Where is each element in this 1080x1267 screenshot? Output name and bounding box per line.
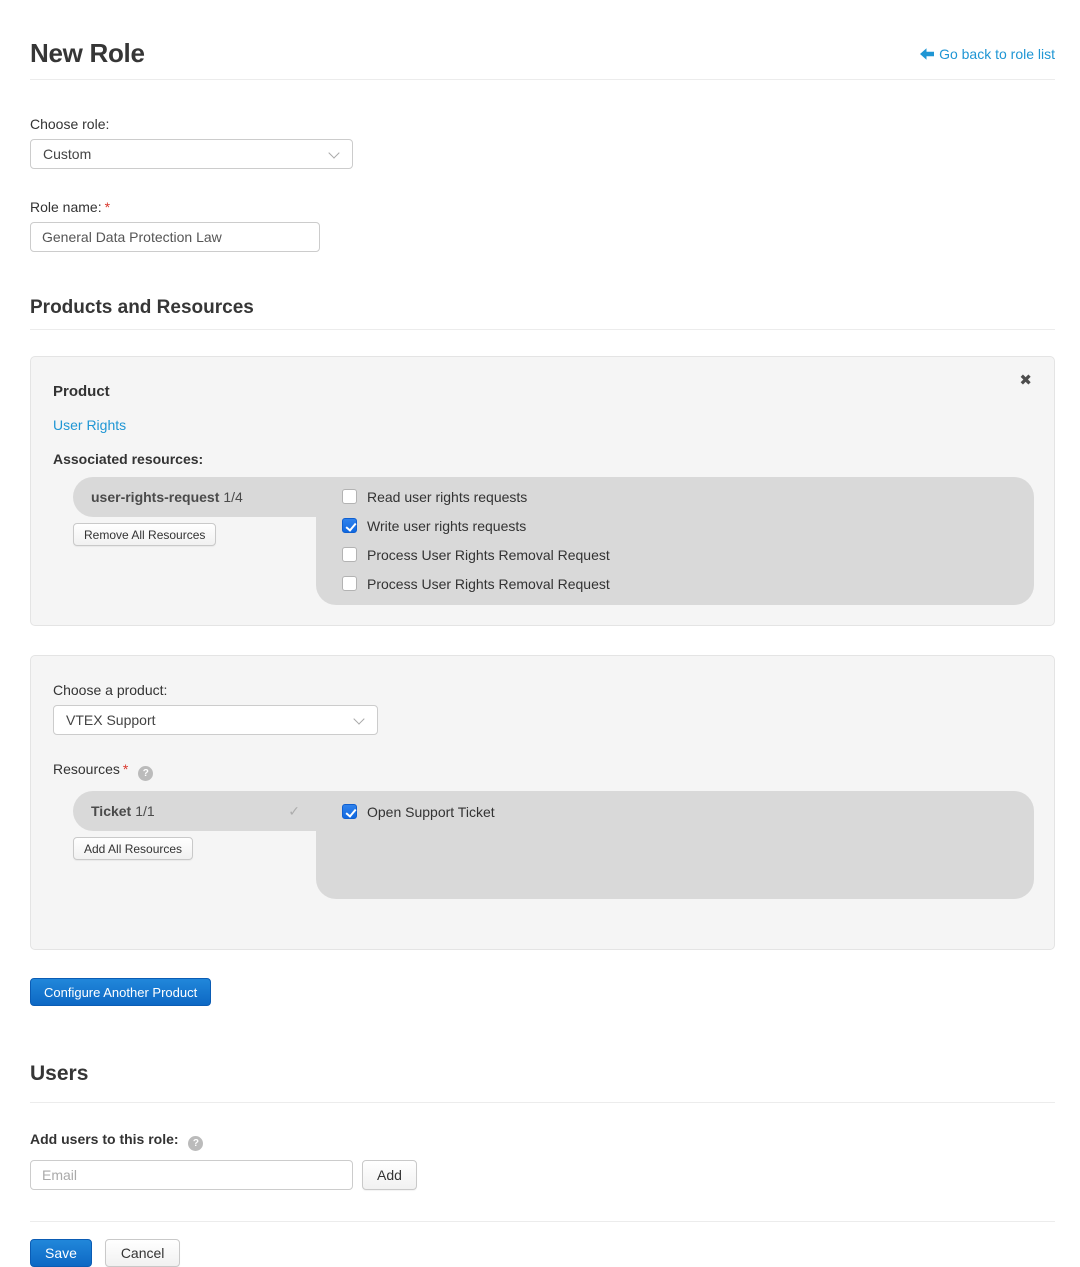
permission-row: Process User Rights Removal Request [342,546,610,563]
associated-resources-label: Associated resources: [53,451,204,467]
resources-label-text: Resources [53,761,120,777]
close-icon[interactable]: ✖ [1019,373,1032,388]
remove-all-resources-button[interactable]: Remove All Resources [73,523,217,546]
permission-row: Process User Rights Removal Request [342,575,610,592]
product-label: Product [53,383,110,400]
choose-product-value: VTEX Support [66,712,156,728]
permission-label: Write user rights requests [367,517,527,534]
cancel-button[interactable]: Cancel [104,1239,181,1267]
help-icon[interactable]: ? [138,766,154,781]
checkbox-process-removal-2[interactable] [342,576,357,591]
choose-product-label: Choose a product: [53,682,168,698]
footer-actions: Save Cancel [30,1239,1055,1267]
resource-tab-count: 1/4 [223,489,243,505]
resource-tab-name: Ticket [91,803,132,819]
required-asterisk: * [122,761,129,777]
products-resources-heading: Products and Resources [30,297,254,318]
add-users-label: Add users to this role: ? [30,1131,1055,1151]
arrow-left-icon [920,47,935,60]
email-input[interactable] [30,1160,353,1190]
resources-label: Resources * ? [53,761,1034,781]
configured-product-card: ✖ Product User Rights Associated resourc… [30,356,1055,626]
new-role-page: New Role Go back to role list Choose rol… [0,0,1080,1267]
go-back-label: Go back to role list [939,45,1055,62]
chevron-down-icon [328,147,340,159]
users-heading: Users [30,1062,89,1085]
resource-tab-text: Ticket 1/1 [91,791,155,831]
product-name-link[interactable]: User Rights [53,417,1034,433]
page-header: New Role Go back to role list [30,38,1055,69]
checkbox-write-user-rights[interactable] [342,518,357,533]
choose-role-label: Choose role: [30,116,110,132]
resource-tab-user-rights-request[interactable]: user-rights-request 1/4 [73,477,316,517]
permission-label: Read user rights requests [367,488,528,505]
required-asterisk: * [104,199,111,215]
add-users-label-text: Add users to this role: [30,1131,179,1147]
add-user-row: Add [30,1160,1055,1190]
save-button[interactable]: Save [30,1239,92,1267]
footer-divider [30,1221,1055,1222]
role-name-input[interactable] [30,222,320,252]
resource-widget: user-rights-request 1/4 Read user rights … [73,477,1034,605]
chevron-down-icon [353,713,365,725]
permission-row: Open Support Ticket [342,803,495,820]
configure-another-product-button[interactable]: Configure Another Product [30,978,212,1006]
checkbox-process-removal-1[interactable] [342,547,357,562]
check-mark-icon: ✓ [288,803,300,819]
new-product-card: Choose a product: VTEX Support Resources… [30,655,1055,950]
go-back-link[interactable]: Go back to role list [920,46,1055,62]
resource-tab-count: 1/1 [135,803,155,819]
page-title: New Role [30,38,145,68]
choose-role-value: Custom [43,146,92,162]
permission-label: Process User Rights Removal Request [367,546,610,563]
choose-product-select[interactable]: VTEX Support [53,705,378,735]
header-divider [30,79,1055,80]
resource-widget: Ticket 1/1 ✓ Open Support Ticket Add All … [73,791,1034,899]
add-user-button[interactable]: Add [362,1160,417,1190]
users-divider [30,1102,1055,1103]
role-name-label: Role name: * [30,199,1055,215]
permission-row: Write user rights requests [342,517,610,534]
resource-tab-ticket[interactable]: Ticket 1/1 ✓ [73,791,316,831]
permission-row: Read user rights requests [342,488,610,505]
products-divider [30,329,1055,330]
role-name-label-text: Role name: [30,199,102,215]
resource-tab-text: user-rights-request 1/4 [91,477,243,517]
permission-list: Open Support Ticket [342,803,495,832]
add-all-resources-button[interactable]: Add All Resources [73,837,194,860]
permission-label: Process User Rights Removal Request [367,575,610,592]
help-icon[interactable]: ? [188,1136,204,1151]
checkbox-open-support-ticket[interactable] [342,804,357,819]
resource-permissions-panel [316,831,1034,899]
checkbox-read-user-rights[interactable] [342,489,357,504]
resource-tab-name: user-rights-request [91,489,220,505]
permission-label: Open Support Ticket [367,803,495,820]
choose-role-select[interactable]: Custom [30,139,353,169]
permission-list: Read user rights requests Write user rig… [342,488,610,604]
